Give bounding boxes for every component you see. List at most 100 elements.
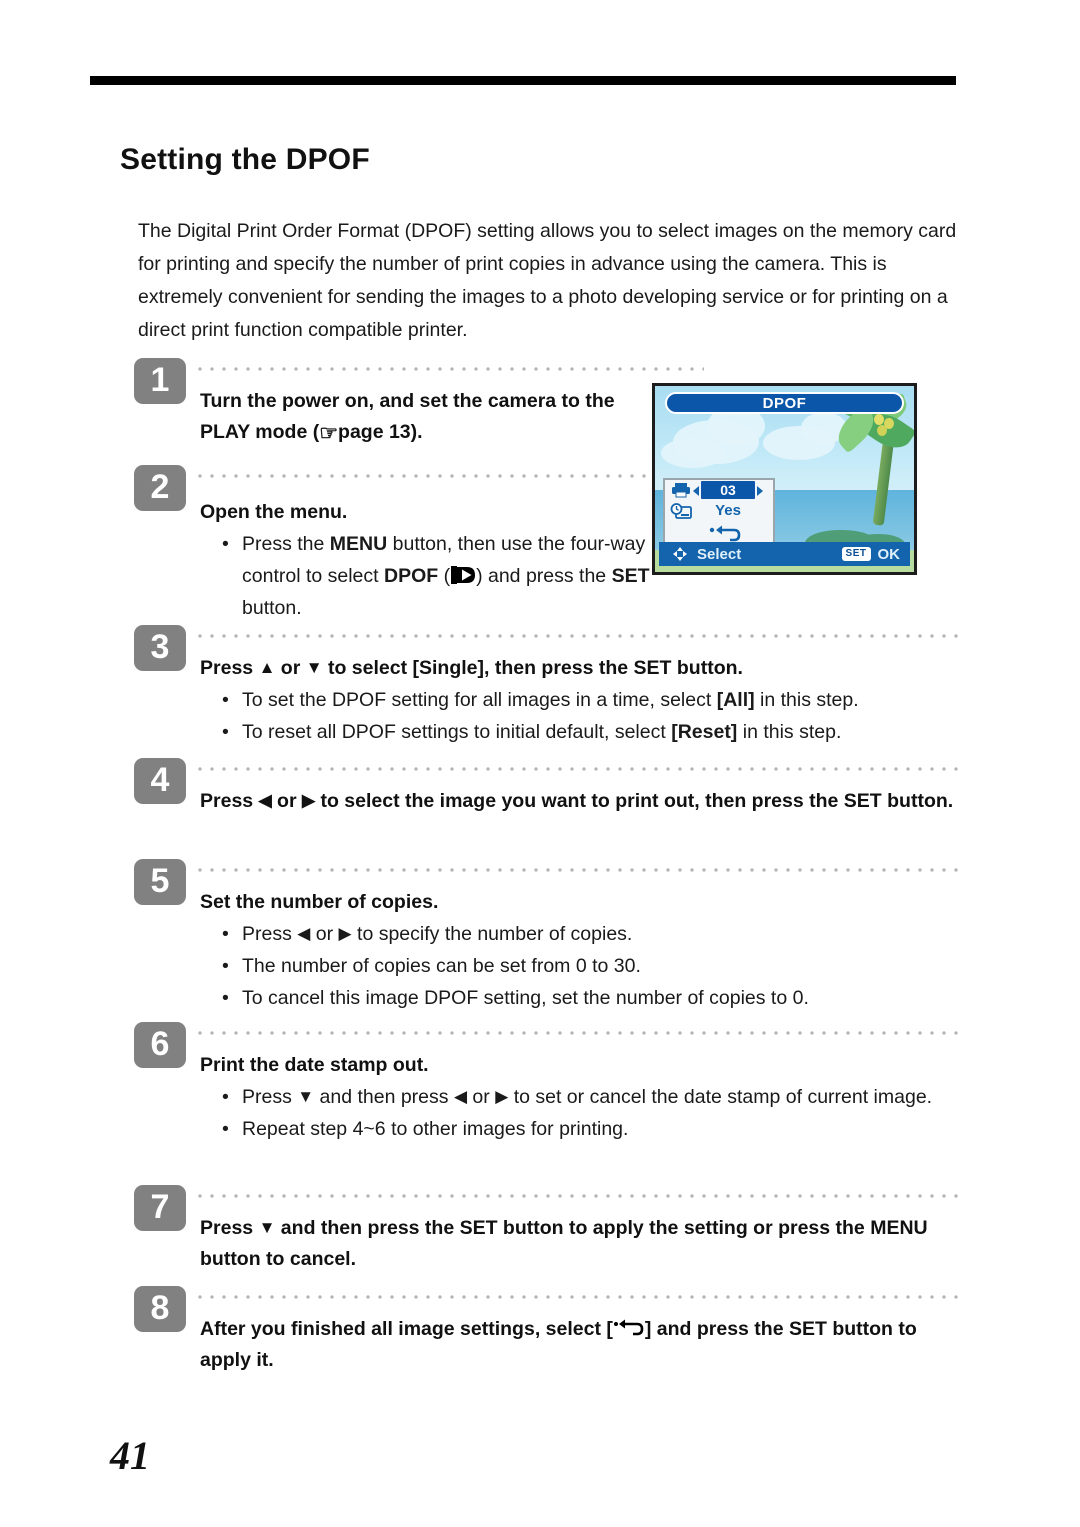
header-rule bbox=[90, 76, 956, 85]
list-item: • Repeat step 4~6 to other images for pri… bbox=[200, 1113, 962, 1145]
t: to specify the number of copies. bbox=[351, 923, 633, 945]
right-arrow-icon: ▶ bbox=[495, 1087, 509, 1106]
copies-row: 03 bbox=[665, 480, 773, 501]
t: Repeat step 4~6 to other images for prin… bbox=[242, 1118, 629, 1140]
step-2-title: Open the menu. bbox=[200, 501, 348, 523]
step-8: 8 After you finished all image settings,… bbox=[134, 1286, 962, 1387]
step-8-title: After you finished all image settings, s… bbox=[200, 1314, 962, 1376]
step-number-badge-2: 2 bbox=[134, 465, 186, 511]
lcd-ok-label: OK bbox=[877, 545, 901, 563]
t: To cancel this image DPOF setting, set t… bbox=[242, 987, 809, 1009]
t: Press the bbox=[242, 533, 330, 555]
dpof-flag-icon bbox=[451, 566, 476, 584]
step-5: 5 Set the number of copies. • Press ◀ or … bbox=[134, 859, 962, 1022]
page-number: 41 bbox=[110, 1433, 150, 1478]
option-all: [All] bbox=[716, 689, 755, 711]
set-button-label: SET bbox=[611, 565, 650, 587]
bullet-marker: • bbox=[222, 923, 229, 945]
return-arrow-icon bbox=[709, 525, 741, 542]
date-stamp-icon bbox=[670, 503, 692, 519]
t: or bbox=[467, 1086, 496, 1108]
dpof-label: DPOF bbox=[383, 565, 439, 587]
step-number-badge-3: 3 bbox=[134, 625, 186, 671]
list-item: • Press the MENU button, then use the fou… bbox=[200, 528, 666, 624]
list-item: • Press ◀ or ▶ to specify the number of c… bbox=[200, 918, 962, 950]
step-5-title: Set the number of copies. bbox=[200, 891, 439, 913]
t: or bbox=[271, 790, 302, 812]
printer-icon bbox=[672, 483, 690, 498]
hand-pointer-icon: ☞ bbox=[319, 422, 339, 445]
list-item: • To set the DPOF setting for all images … bbox=[200, 684, 962, 716]
bullet-marker: • bbox=[222, 533, 229, 555]
lcd-select-label: Select bbox=[697, 545, 742, 563]
down-arrow-icon: ▼ bbox=[305, 658, 323, 677]
bullet-marker: • bbox=[222, 1118, 229, 1140]
step-divider-4 bbox=[198, 767, 962, 771]
step-divider-5 bbox=[198, 868, 962, 872]
manual-page: Setting the DPOF The Digital Print Order… bbox=[0, 0, 1080, 1527]
step-2-bullets: • Press the MENU button, then use the fou… bbox=[200, 528, 666, 624]
step-3-title: Press ▲ or ▼ to select [Single], then pr… bbox=[200, 653, 962, 684]
step-divider-7 bbox=[198, 1194, 962, 1198]
t: Press bbox=[200, 1217, 259, 1239]
list-item: • Press ▼ and then press ◀ or ▶ to set or… bbox=[200, 1081, 942, 1113]
step-7-title: Press ▼ and then press the SET button to… bbox=[200, 1213, 962, 1275]
step-divider-6 bbox=[198, 1031, 962, 1035]
list-item: • To reset all DPOF settings to initial d… bbox=[200, 716, 962, 748]
set-button-badge: SET bbox=[841, 547, 871, 561]
step-3: 3 Press ▲ or ▼ to select [Single], then … bbox=[134, 625, 962, 758]
left-arrow-icon: ◀ bbox=[297, 924, 311, 943]
dpof-settings-panel: 03 Yes bbox=[663, 478, 775, 546]
date-stamp-value: Yes bbox=[715, 502, 741, 519]
t: to set or cancel the date stamp of curre… bbox=[508, 1086, 933, 1108]
step-6: 6 Print the date stamp out. • Press ▼ and… bbox=[134, 1022, 962, 1185]
t: After you finished all image settings, s… bbox=[200, 1318, 613, 1340]
menu-button-label: MENU bbox=[329, 533, 388, 555]
lcd-footer-bar: Select SET OK bbox=[659, 542, 910, 566]
t: Press bbox=[242, 1086, 298, 1108]
bullet-marker: • bbox=[222, 1086, 229, 1108]
bullet-marker: • bbox=[222, 689, 229, 711]
list-item: • The number of copies can be set from 0 … bbox=[200, 950, 962, 982]
return-arrow-icon bbox=[613, 1319, 644, 1336]
t: Press bbox=[200, 790, 259, 812]
right-arrow-icon: ▶ bbox=[301, 791, 316, 810]
t: and then press bbox=[314, 1086, 454, 1108]
step-3-bullets: • To set the DPOF setting for all images … bbox=[200, 684, 962, 748]
lcd-title-bar: DPOF bbox=[665, 392, 904, 414]
t: Press bbox=[200, 657, 259, 679]
step-number-badge-1: 1 bbox=[134, 358, 186, 404]
step-number-badge-4: 4 bbox=[134, 758, 186, 804]
list-item: • To cancel this image DPOF setting, set … bbox=[200, 982, 962, 1014]
t: Press bbox=[242, 923, 298, 945]
left-arrow-icon: ◀ bbox=[258, 791, 272, 810]
step-5-bullets: • Press ◀ or ▶ to specify the number of c… bbox=[200, 918, 962, 1014]
t: to select [Single], then press the SET b… bbox=[322, 657, 743, 679]
step-number-badge-5: 5 bbox=[134, 859, 186, 905]
bullet-marker: • bbox=[222, 987, 229, 1009]
step-number-badge-8: 8 bbox=[134, 1286, 186, 1332]
step-6-bullets: • Press ▼ and then press ◀ or ▶ to set or… bbox=[200, 1081, 962, 1145]
t: and then press the SET button to apply t… bbox=[200, 1217, 928, 1270]
t: or bbox=[275, 657, 306, 679]
intro-paragraph: The Digital Print Order Format (DPOF) se… bbox=[138, 220, 957, 341]
t: to select the image you want to print ou… bbox=[315, 790, 954, 812]
step-divider-2 bbox=[198, 474, 704, 478]
step-4: 4 Press ◀ or ▶ to select the image you w… bbox=[134, 758, 962, 859]
copies-value: 03 bbox=[701, 481, 755, 499]
step-number-badge-7: 7 bbox=[134, 1185, 186, 1231]
cloud-icon bbox=[661, 438, 725, 468]
step-7: 7 Press ▼ and then press the SET button … bbox=[134, 1185, 962, 1286]
t: button. bbox=[242, 597, 302, 619]
left-arrow-icon: ◀ bbox=[453, 1087, 468, 1106]
step-divider-3 bbox=[198, 634, 962, 638]
t: To reset all DPOF settings to initial de… bbox=[242, 721, 672, 743]
step-4-title: Press ◀ or ▶ to select the image you wan… bbox=[200, 786, 962, 817]
step-6-title: Print the date stamp out. bbox=[200, 1054, 429, 1076]
down-arrow-icon: ▼ bbox=[297, 1087, 315, 1106]
four-way-control-icon bbox=[673, 547, 687, 561]
bullet-marker: • bbox=[222, 721, 229, 743]
t: ) and press the bbox=[476, 565, 612, 587]
up-arrow-icon: ▲ bbox=[258, 658, 276, 677]
date-stamp-row: Yes bbox=[665, 501, 773, 522]
